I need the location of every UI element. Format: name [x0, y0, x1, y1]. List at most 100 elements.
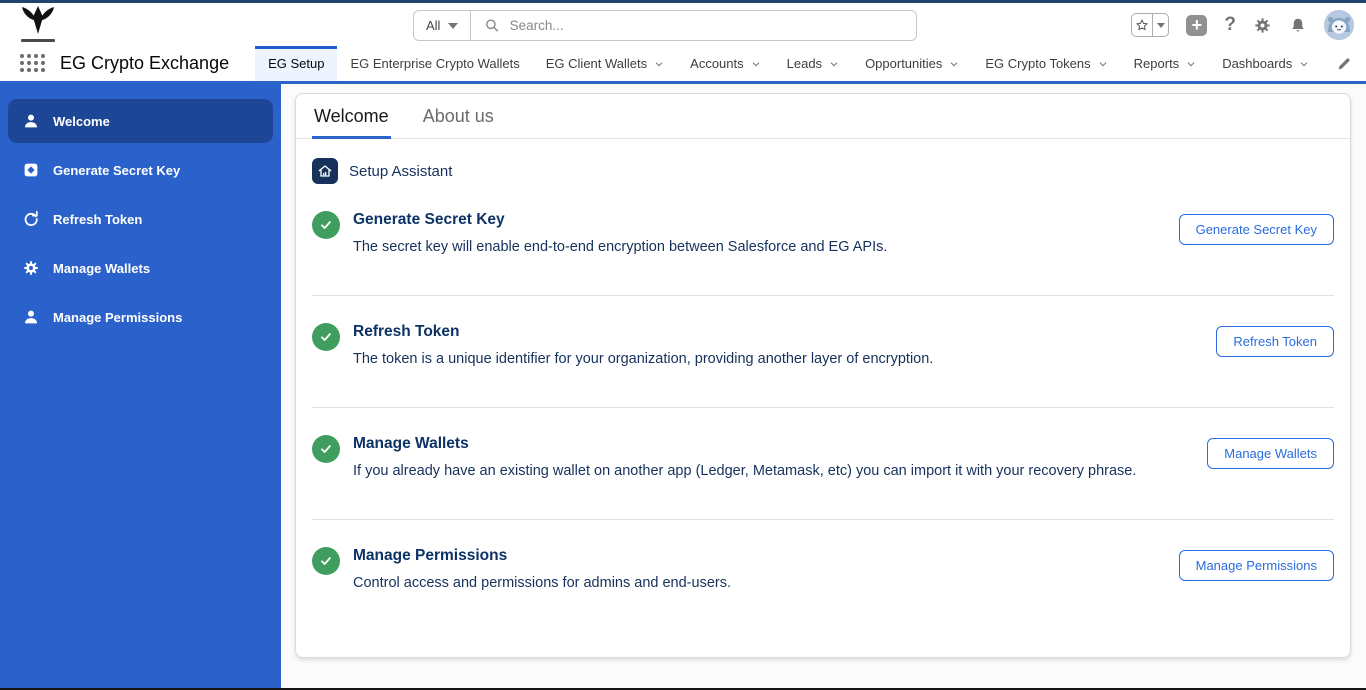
nav-tab-eg-setup[interactable]: EG Setup	[255, 46, 338, 81]
setup-card: Welcome About us Setup Assistant Generat…	[295, 93, 1351, 658]
search-input-wrap	[471, 18, 916, 33]
header-actions: + ?	[1131, 8, 1354, 42]
card-inner: Setup Assistant Generate Secret Key The …	[296, 158, 1350, 631]
section-title: Manage Permissions	[353, 547, 508, 565]
nav-tab-label: Dashboards	[1222, 56, 1293, 71]
sidebar-item-label: Manage Permissions	[53, 309, 183, 325]
nav-tab-opportunities[interactable]: Opportunities	[852, 46, 972, 81]
sidebar-item-manage-wallets[interactable]: Manage Wallets	[8, 246, 273, 290]
logo-wordmark	[21, 39, 55, 42]
secret-key-icon	[22, 161, 40, 179]
tab-welcome[interactable]: Welcome	[312, 106, 391, 139]
main-content: Welcome About us Setup Assistant Generat…	[281, 84, 1366, 690]
gear-icon	[1255, 17, 1270, 33]
chevron-down-icon[interactable]	[1098, 59, 1108, 69]
setup-sidebar: Welcome Generate Secret Key Refresh Toke…	[0, 84, 281, 690]
nav-tab-reports[interactable]: Reports	[1121, 46, 1210, 81]
nav-tab-label: EG Client Wallets	[545, 56, 648, 71]
sidebar-item-label: Manage Wallets	[53, 260, 151, 276]
page-body: Welcome Generate Secret Key Refresh Toke…	[0, 84, 1366, 690]
success-check-icon	[312, 435, 340, 464]
user-icon	[22, 112, 40, 130]
app-window: All Search... + ? EG Crypto Exchange EG …	[0, 0, 1366, 690]
tab-about-us[interactable]: About us	[421, 106, 496, 138]
app-name: EG Crypto Exchange	[60, 53, 230, 73]
section-refresh-token: Refresh Token The token is a unique iden…	[312, 296, 1334, 409]
manage-permissions-button[interactable]: Manage Permissions	[1178, 550, 1334, 582]
nav-tab-label: EG Crypto Tokens	[985, 56, 1091, 71]
tab-label: About us	[422, 106, 494, 126]
section-manage-wallets: Manage Wallets If you already have an ex…	[312, 408, 1334, 521]
nav-tab-eg-enterprise-crypto-wallets[interactable]: EG Enterprise Crypto Wallets	[337, 46, 532, 81]
avatar-astro-icon	[1324, 10, 1354, 40]
section-text: Refresh Token The token is a unique iden…	[353, 323, 1203, 370]
chevron-down-icon[interactable]	[654, 59, 664, 69]
app-launcher-icon[interactable]	[20, 54, 46, 73]
nav-tab-eg-client-wallets[interactable]: EG Client Wallets	[533, 46, 677, 81]
app-navigation-bar: EG Crypto Exchange EG Setup EG Enterpris…	[0, 46, 1366, 84]
sidebar-item-welcome[interactable]: Welcome	[8, 99, 273, 143]
setup-gear-button[interactable]	[1253, 16, 1272, 35]
section-generate-secret-key: Generate Secret Key The secret key will …	[312, 184, 1334, 297]
setup-assistant-title: Setup Assistant	[349, 162, 453, 180]
search-scope-label: All	[426, 18, 441, 33]
chevron-down-icon[interactable]	[829, 59, 839, 69]
nav-tab-label: EG Enterprise Crypto Wallets	[350, 56, 520, 71]
notifications-button[interactable]	[1289, 16, 1307, 35]
generate-secret-key-button[interactable]: Generate Secret Key	[1178, 214, 1334, 245]
section-title: Manage Wallets	[353, 435, 469, 453]
search-input[interactable]	[509, 18, 902, 33]
plus-icon: +	[1191, 15, 1203, 35]
nav-tab-leads[interactable]: Leads	[774, 46, 852, 81]
gear-icon	[22, 259, 40, 277]
chevron-down-icon[interactable]	[751, 59, 761, 69]
section-title: Refresh Token	[353, 323, 460, 341]
user-icon	[22, 308, 40, 326]
sidebar-item-generate-secret-key[interactable]: Generate Secret Key	[8, 148, 273, 192]
section-description: Control access and permissions for admin…	[353, 575, 731, 592]
user-avatar[interactable]	[1324, 10, 1354, 40]
sidebar-item-label: Generate Secret Key	[53, 162, 181, 178]
setup-assistant-header: Setup Assistant	[312, 158, 1334, 184]
quick-create-button[interactable]: +	[1186, 14, 1208, 36]
nav-tab-label: Opportunities	[865, 56, 943, 71]
sidebar-item-label: Refresh Token	[53, 211, 143, 227]
refresh-icon	[22, 210, 40, 228]
nav-tabs: EG Setup EG Enterprise Crypto Wallets EG…	[255, 46, 1366, 81]
sidebar-item-manage-permissions[interactable]: Manage Permissions	[8, 295, 273, 339]
company-logo	[12, 4, 64, 42]
content-tabs: Welcome About us	[296, 94, 1350, 139]
refresh-token-button[interactable]: Refresh Token	[1216, 326, 1334, 358]
search-scope-dropdown[interactable]: All	[414, 11, 472, 40]
section-manage-permissions: Manage Permissions Control access and pe…	[312, 520, 1334, 631]
section-description: The secret key will enable end-to-end en…	[353, 239, 888, 255]
chevron-down-icon[interactable]	[949, 59, 959, 69]
chevron-down-icon[interactable]	[1186, 59, 1196, 69]
chevron-down-icon	[448, 22, 459, 29]
nav-tab-label: Leads	[786, 56, 823, 71]
question-mark-icon: ?	[1224, 14, 1236, 35]
pencil-icon	[1338, 58, 1350, 70]
chevron-down-icon[interactable]	[1299, 59, 1309, 69]
favorites-star-button[interactable]	[1132, 14, 1154, 36]
section-description: If you already have an existing wallet o…	[353, 463, 1137, 480]
favorites-button-group	[1131, 13, 1170, 37]
nav-tab-label: Accounts	[690, 56, 744, 71]
global-header: All Search... + ?	[0, 3, 1366, 46]
chevron-down-icon	[1156, 22, 1165, 28]
search-icon	[486, 19, 499, 32]
nav-tab-dashboards[interactable]: Dashboards	[1209, 46, 1322, 81]
section-text: Generate Secret Key The secret key will …	[353, 211, 1166, 258]
global-search: All	[413, 10, 917, 41]
success-check-icon	[312, 211, 340, 239]
nav-tab-eg-crypto-tokens[interactable]: EG Crypto Tokens	[972, 46, 1120, 81]
sidebar-item-refresh-token[interactable]: Refresh Token	[8, 197, 273, 241]
nav-tab-accounts[interactable]: Accounts	[677, 46, 773, 81]
nav-tab-label: EG Setup	[268, 56, 325, 71]
help-button[interactable]: ?	[1224, 14, 1236, 36]
edit-nav-button[interactable]	[1336, 56, 1352, 77]
manage-wallets-button[interactable]: Manage Wallets	[1207, 438, 1334, 470]
section-title: Generate Secret Key	[353, 211, 505, 228]
favorites-dropdown-button[interactable]	[1153, 14, 1168, 36]
logo-mark	[22, 6, 54, 34]
